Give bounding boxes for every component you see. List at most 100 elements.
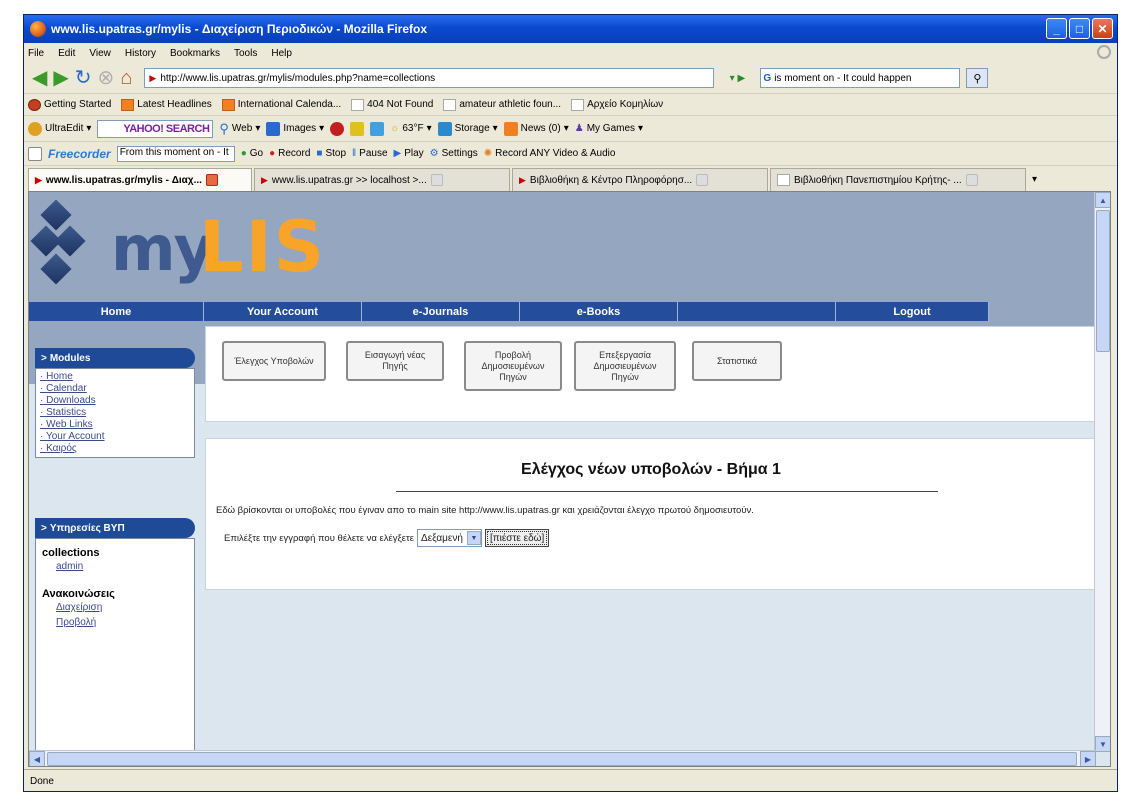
search-input[interactable]: G is moment on - It could happen — [760, 68, 961, 88]
tab-list-icon[interactable]: ▾ — [1028, 174, 1041, 191]
bookmark-amateur-athletic[interactable]: amateur athletic foun... — [443, 98, 561, 111]
announcements-view-link[interactable]: Προβολή — [56, 615, 188, 630]
menu-bar: File Edit View History Bookmarks Tools H… — [24, 43, 1117, 63]
submit-button[interactable]: [πιέστε εδώ] — [484, 529, 550, 547]
menu-view[interactable]: View — [89, 48, 111, 59]
storage-button[interactable]: Storage ▾ — [437, 121, 498, 136]
reload-icon[interactable]: ↻ — [75, 67, 92, 89]
announcements-manage-link[interactable]: Διαχείριση — [56, 600, 188, 615]
play-button[interactable]: ▶ Play — [394, 148, 424, 159]
back-icon[interactable]: ◀ — [32, 67, 47, 89]
scroll-right-icon[interactable]: ▶ — [1080, 751, 1096, 766]
games-button[interactable]: ♟ My Games ▾ — [575, 123, 643, 134]
go-icon[interactable]: ▾ ▶ — [720, 68, 754, 88]
menu-tools[interactable]: Tools — [234, 48, 257, 59]
freecorder-search-input[interactable]: From this moment on - It — [116, 145, 235, 162]
tab-close-icon[interactable] — [696, 174, 709, 186]
scroll-up-icon[interactable]: ▲ — [1095, 192, 1110, 208]
nav-home[interactable]: Home — [29, 302, 204, 321]
news-button[interactable]: News (0) ▾ — [503, 121, 569, 136]
module-calendar[interactable]: Calendar — [40, 383, 190, 395]
menu-bookmarks[interactable]: Bookmarks — [170, 48, 220, 59]
hscroll-thumb[interactable] — [47, 752, 1077, 766]
screen-icon[interactable] — [28, 146, 42, 161]
scroll-thumb[interactable] — [1096, 210, 1110, 352]
modules-block: >Modules Home Calendar Downloads Statist… — [35, 348, 195, 458]
tab-library-center[interactable]: ▶ Βιβλιοθήκη & Κέντρο Πληροφόρησ... — [512, 168, 768, 191]
freecorder-logo[interactable]: Freecorder — [48, 147, 111, 161]
menu-edit[interactable]: Edit — [58, 48, 75, 59]
edit-published-button[interactable]: Επεξεργασία Δημοσιευμένων Πηγών — [574, 341, 676, 391]
nav-your-account[interactable]: Your Account — [204, 302, 362, 321]
search-button[interactable]: ⚲ — [966, 68, 989, 88]
block-icon[interactable] — [330, 121, 345, 136]
nav-empty[interactable] — [678, 302, 836, 321]
module-your-account[interactable]: Your Account — [40, 431, 190, 443]
nav-logout[interactable]: Logout — [836, 302, 989, 321]
search-engine-icon[interactable]: G — [763, 73, 771, 84]
ultraedit-button[interactable]: UltraEdit ▾ — [28, 121, 91, 136]
statistics-button[interactable]: Στατιστικά — [692, 341, 782, 381]
menu-history[interactable]: History — [125, 48, 156, 59]
check-submissions-button[interactable]: Έλεγχος Υποβολών — [222, 341, 326, 381]
navigation-toolbar: ◀ ▶ ↻ ⊗ ⌂ ▶ http://www.lis.upatras.gr/my… — [24, 63, 1117, 93]
bookmark-404[interactable]: 404 Not Found — [351, 98, 434, 111]
horizontal-scrollbar[interactable]: ◀ ▶ — [29, 750, 1096, 766]
record-any-button[interactable]: ✺ Record ANY Video & Audio — [484, 148, 616, 159]
ultraedit-label: UltraEdit — [45, 123, 84, 134]
bookmark-latest-headlines[interactable]: Latest Headlines — [121, 98, 212, 111]
tab-close-icon[interactable] — [205, 174, 218, 186]
tab-close-icon[interactable] — [430, 174, 443, 186]
images-button[interactable]: Images ▾ — [266, 121, 324, 136]
bookmark-archive[interactable]: Αρχείο Κομηλίων — [571, 98, 663, 111]
forward-icon[interactable]: ▶ — [53, 67, 68, 89]
menu-help[interactable]: Help — [271, 48, 292, 59]
minimize-button[interactable]: _ — [1046, 18, 1067, 39]
scroll-down-icon[interactable]: ▼ — [1095, 736, 1110, 752]
menu-file[interactable]: File — [28, 48, 44, 59]
tab-localhost[interactable]: ▶ www.lis.upatras.gr >> localhost >... — [254, 168, 510, 191]
bookmark-international-calendar[interactable]: International Calenda... — [221, 98, 341, 111]
logo-my: my — [111, 212, 214, 285]
web-search-button[interactable]: ⚲ Web ▾ — [219, 121, 260, 137]
record-select[interactable]: Δεξαμενή ▼ — [417, 529, 482, 547]
home-icon[interactable]: ⌂ — [120, 67, 132, 89]
tab-label: Βιβλιοθήκη Πανεπιστημίου Κρήτης- ... — [794, 174, 962, 186]
view-published-button[interactable]: Προβολή Δημοσιευμένων Πηγών — [464, 341, 562, 391]
pause-button[interactable]: ‖ Pause — [352, 148, 388, 159]
scroll-left-icon[interactable]: ◀ — [29, 751, 45, 766]
record-any-label: Record ANY Video & Audio — [495, 148, 616, 159]
address-bar[interactable]: ▶ http://www.lis.upatras.gr/mylis/module… — [144, 68, 715, 88]
weather-button[interactable]: ☼ 63°F ▾ — [390, 123, 431, 134]
yahoo-search-input[interactable]: YAHOO! SEARCH — [97, 119, 214, 138]
tab-mylis[interactable]: ▶ www.lis.upatras.gr/mylis - Διαχ... — [28, 168, 252, 191]
tab-close-icon[interactable] — [965, 174, 978, 186]
url-text: http://www.lis.upatras.gr/mylis/modules.… — [160, 72, 436, 84]
news-label: News (0) — [520, 123, 561, 134]
close-button[interactable]: ✕ — [1092, 18, 1113, 39]
module-web-links[interactable]: Web Links — [40, 419, 190, 431]
new-source-button[interactable]: Εισαγωγή νέας Πηγής — [346, 341, 444, 381]
stop-button[interactable]: ■ Stop — [316, 148, 346, 159]
module-statistics[interactable]: Statistics — [40, 407, 190, 419]
bookmark-getting-started[interactable]: Getting Started — [28, 98, 111, 111]
go-button[interactable]: ● Go — [241, 148, 263, 159]
page-icon — [443, 98, 457, 111]
tab-crete-library[interactable]: Βιβλιοθήκη Πανεπιστημίου Κρήτης- ... — [770, 168, 1026, 191]
stop-icon[interactable]: ⊗ — [98, 67, 115, 89]
module-weather[interactable]: Καιρός — [40, 443, 190, 455]
maximize-button[interactable]: □ — [1069, 18, 1090, 39]
nav-e-journals[interactable]: e-Journals — [362, 302, 520, 321]
mail-icon[interactable] — [370, 121, 385, 136]
bookmark-label: 404 Not Found — [367, 99, 434, 110]
collections-admin-link[interactable]: admin — [56, 559, 188, 574]
tab-page-icon: ▶ — [261, 174, 268, 185]
module-home[interactable]: Home — [40, 371, 190, 383]
record-icon: ● — [269, 148, 276, 159]
settings-button[interactable]: ⚙ Settings — [430, 148, 478, 159]
pencil-icon[interactable] — [350, 121, 365, 136]
vertical-scrollbar[interactable]: ▲ ▼ — [1094, 192, 1110, 752]
nav-e-books[interactable]: e-Books — [520, 302, 678, 321]
record-button[interactable]: ● Record — [269, 148, 310, 159]
module-downloads[interactable]: Downloads — [40, 395, 190, 407]
